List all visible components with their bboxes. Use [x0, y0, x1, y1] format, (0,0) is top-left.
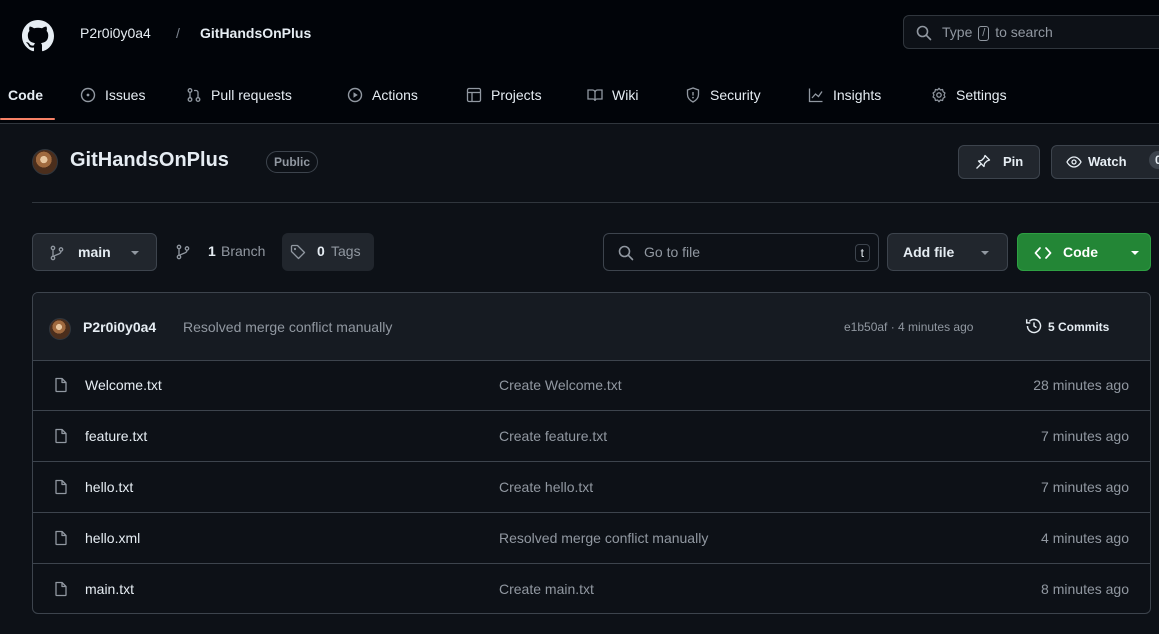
gear-icon	[932, 87, 946, 103]
file-commit-message[interactable]: Create hello.txt	[499, 479, 593, 495]
history-icon	[1025, 318, 1042, 334]
file-name[interactable]: main.txt	[85, 581, 134, 597]
global-header: P2r0i0y0a4 / GitHandsOnPlus Type / to se…	[0, 0, 1159, 124]
owner-avatar[interactable]	[32, 149, 58, 175]
commit-message[interactable]: Resolved merge conflict manually	[183, 319, 392, 335]
tab-label: Pull requests	[211, 87, 292, 103]
file-commit-message[interactable]: Create main.txt	[499, 581, 594, 597]
go-to-file-shortcut-key: t	[854, 244, 870, 262]
pin-button[interactable]: Pin	[958, 145, 1040, 179]
graph-icon	[808, 88, 823, 103]
table-icon	[466, 87, 482, 103]
code-button-label: Code	[1063, 244, 1098, 260]
file-commit-message[interactable]: Create Welcome.txt	[499, 377, 622, 393]
header-divider	[32, 202, 1159, 203]
code-icon	[1034, 247, 1052, 259]
git-branch-icon	[50, 245, 64, 261]
file-commit-time: 28 minutes ago	[1033, 377, 1129, 393]
caret-down-icon	[131, 251, 139, 255]
file-table: P2r0i0y0a4 Resolved merge conflict manua…	[32, 292, 1151, 614]
github-logo-icon[interactable]	[22, 20, 54, 52]
file-commit-time: 4 minutes ago	[1041, 530, 1129, 546]
file-row[interactable]: hello.txt Create hello.txt 7 minutes ago	[33, 462, 1150, 513]
commit-hash-time[interactable]: e1b50af · 4 minutes ago	[844, 320, 973, 334]
file-commit-message[interactable]: Create feature.txt	[499, 428, 607, 444]
file-row[interactable]: hello.xml Resolved merge conflict manual…	[33, 513, 1150, 564]
tag-icon	[290, 244, 306, 260]
pin-label: Pin	[1003, 154, 1024, 169]
file-icon	[55, 377, 67, 393]
file-commit-time: 7 minutes ago	[1041, 479, 1129, 495]
file-row[interactable]: feature.txt Create feature.txt 7 minutes…	[33, 411, 1150, 462]
tab-label: Issues	[105, 87, 146, 103]
tab-label: Insights	[833, 87, 882, 103]
file-icon	[55, 428, 67, 444]
tab-label: Projects	[491, 87, 542, 103]
tag-count: 0	[317, 243, 325, 259]
caret-down-icon	[1131, 251, 1139, 255]
add-file-button[interactable]: Add file	[887, 233, 1008, 271]
git-branch-icon	[176, 244, 190, 260]
visibility-badge: Public	[266, 151, 319, 173]
file-commit-message[interactable]: Resolved merge conflict manually	[499, 530, 708, 546]
watch-label: Watch	[1088, 154, 1127, 169]
tab-label: Code	[8, 87, 43, 103]
active-tab-indicator	[0, 118, 55, 120]
shield-icon	[686, 87, 700, 103]
search-icon	[916, 25, 932, 41]
tab-label: Security	[710, 87, 761, 103]
search-placeholder: Type / to search	[942, 24, 1053, 41]
commit-author[interactable]: P2r0i0y0a4	[83, 319, 156, 335]
watch-count: 0	[1149, 151, 1159, 169]
file-name[interactable]: feature.txt	[85, 428, 147, 444]
play-icon	[347, 87, 363, 103]
caret-down-icon	[981, 251, 989, 255]
latest-commit-bar: P2r0i0y0a4 Resolved merge conflict manua…	[33, 293, 1150, 361]
pull-request-icon	[187, 88, 201, 102]
file-row[interactable]: main.txt Create main.txt 8 minutes ago	[33, 564, 1150, 613]
go-to-file-placeholder: Go to file	[644, 244, 701, 260]
commit-author-avatar[interactable]	[49, 318, 71, 340]
branch-count-label: Branch	[221, 243, 266, 259]
repo-title[interactable]: GitHandsOnPlus	[70, 149, 229, 172]
tab-label: Settings	[956, 87, 1007, 103]
code-button[interactable]: Code	[1017, 233, 1151, 271]
tab-label: Wiki	[612, 87, 639, 103]
repo-link[interactable]: GitHandsOnPlus	[200, 24, 311, 42]
file-icon	[55, 530, 67, 546]
search-shortcut-key: /	[978, 26, 990, 41]
eye-icon	[1066, 156, 1082, 168]
book-icon	[587, 89, 603, 102]
file-commit-time: 8 minutes ago	[1041, 581, 1129, 597]
go-to-file-input[interactable]: Go to file t	[603, 233, 879, 271]
tags-link[interactable]: 0 Tags	[282, 233, 374, 271]
branch-count: 1	[208, 243, 216, 259]
breadcrumb-separator: /	[176, 25, 180, 41]
branch-selector[interactable]: main	[32, 233, 157, 271]
file-commit-time: 7 minutes ago	[1041, 428, 1129, 444]
file-name[interactable]: hello.txt	[85, 479, 133, 495]
issue-icon	[80, 87, 96, 103]
owner-link[interactable]: P2r0i0y0a4	[80, 24, 151, 42]
file-row[interactable]: Welcome.txt Create Welcome.txt 28 minute…	[33, 360, 1150, 411]
watch-button[interactable]: Watch 0	[1051, 145, 1159, 179]
branch-name: main	[78, 244, 111, 260]
add-file-label: Add file	[903, 244, 955, 260]
file-name[interactable]: hello.xml	[85, 530, 140, 546]
file-icon	[55, 479, 67, 495]
search-icon	[618, 245, 634, 261]
commits-count-label: 5 Commits	[1048, 320, 1110, 334]
file-name[interactable]: Welcome.txt	[85, 377, 162, 393]
global-search[interactable]: Type / to search	[903, 15, 1159, 49]
tab-label: Actions	[372, 87, 418, 103]
pin-icon	[976, 154, 991, 169]
file-icon	[55, 581, 67, 597]
tag-count-label: Tags	[331, 243, 361, 259]
